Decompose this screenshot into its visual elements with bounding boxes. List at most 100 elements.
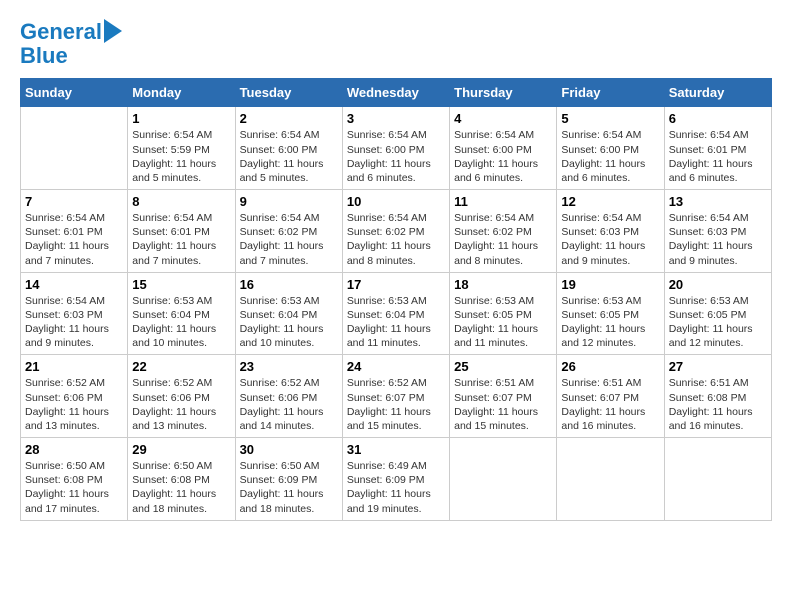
- day-info: Sunrise: 6:53 AMSunset: 6:04 PMDaylight:…: [347, 294, 445, 351]
- logo-general: General: [20, 19, 102, 44]
- day-number: 15: [132, 277, 230, 292]
- calendar-cell: 13 Sunrise: 6:54 AMSunset: 6:03 PMDayligh…: [664, 190, 771, 273]
- day-info: Sunrise: 6:54 AMSunset: 6:03 PMDaylight:…: [669, 211, 767, 268]
- calendar-cell: 9Sunrise: 6:54 AMSunset: 6:02 PMDaylight…: [235, 190, 342, 273]
- day-info: Sunrise: 6:54 AMSunset: 6:00 PMDaylight:…: [561, 128, 659, 185]
- day-number: 14: [25, 277, 123, 292]
- calendar-cell: 5 Sunrise: 6:54 AMSunset: 6:00 PMDaylight…: [557, 107, 664, 190]
- day-number: 7: [25, 194, 123, 209]
- calendar-cell: 17 Sunrise: 6:53 AMSunset: 6:04 PMDayligh…: [342, 272, 449, 355]
- calendar-cell: 15 Sunrise: 6:53 AMSunset: 6:04 PMDayligh…: [128, 272, 235, 355]
- day-info: Sunrise: 6:54 AMSunset: 5:59 PMDaylight:…: [132, 128, 230, 185]
- day-info: Sunrise: 6:53 AMSunset: 6:05 PMDaylight:…: [561, 294, 659, 351]
- logo: General Blue: [20, 20, 122, 68]
- day-info: Sunrise: 6:54 AMSunset: 6:01 PMDaylight:…: [132, 211, 230, 268]
- calendar-cell: 8 Sunrise: 6:54 AMSunset: 6:01 PMDaylight…: [128, 190, 235, 273]
- day-number: 21: [25, 359, 123, 374]
- day-info: Sunrise: 6:52 AMSunset: 6:06 PMDaylight:…: [240, 376, 338, 433]
- calendar-cell: 14Sunrise: 6:54 AMSunset: 6:03 PMDayligh…: [21, 272, 128, 355]
- day-info: Sunrise: 6:54 AMSunset: 6:00 PMDaylight:…: [454, 128, 552, 185]
- calendar-cell: 12 Sunrise: 6:54 AMSunset: 6:03 PMDayligh…: [557, 190, 664, 273]
- calendar-cell: 25Sunrise: 6:51 AMSunset: 6:07 PMDayligh…: [450, 355, 557, 438]
- day-info: Sunrise: 6:49 AMSunset: 6:09 PMDaylight:…: [347, 459, 445, 516]
- logo-blue: Blue: [20, 44, 122, 68]
- day-number: 27: [669, 359, 767, 374]
- page-header: General Blue: [20, 20, 772, 68]
- calendar-cell: 10 Sunrise: 6:54 AMSunset: 6:02 PMDayligh…: [342, 190, 449, 273]
- day-number: 12: [561, 194, 659, 209]
- day-number: 31: [347, 442, 445, 457]
- header-saturday: Saturday: [664, 79, 771, 107]
- day-number: 28: [25, 442, 123, 457]
- calendar-cell: [664, 438, 771, 521]
- calendar-cell: 23 Sunrise: 6:52 AMSunset: 6:06 PMDayligh…: [235, 355, 342, 438]
- day-info: Sunrise: 6:52 AMSunset: 6:06 PMDaylight:…: [25, 376, 123, 433]
- day-number: 13: [669, 194, 767, 209]
- day-number: 26: [561, 359, 659, 374]
- day-info: Sunrise: 6:50 AMSunset: 6:08 PMDaylight:…: [25, 459, 123, 516]
- calendar-cell: 22 Sunrise: 6:52 AMSunset: 6:06 PMDayligh…: [128, 355, 235, 438]
- day-info: Sunrise: 6:51 AMSunset: 6:07 PMDaylight:…: [561, 376, 659, 433]
- day-number: 6: [669, 111, 767, 126]
- day-info: Sunrise: 6:53 AMSunset: 6:04 PMDaylight:…: [240, 294, 338, 351]
- day-info: Sunrise: 6:54 AMSunset: 6:02 PMDaylight:…: [347, 211, 445, 268]
- day-info: Sunrise: 6:54 AMSunset: 6:02 PMDaylight:…: [240, 211, 338, 268]
- header-friday: Friday: [557, 79, 664, 107]
- calendar-cell: 7Sunrise: 6:54 AMSunset: 6:01 PMDaylight…: [21, 190, 128, 273]
- calendar-cell: 30 Sunrise: 6:50 AMSunset: 6:09 PMDayligh…: [235, 438, 342, 521]
- day-number: 5: [561, 111, 659, 126]
- day-number: 23: [240, 359, 338, 374]
- day-info: Sunrise: 6:50 AMSunset: 6:08 PMDaylight:…: [132, 459, 230, 516]
- calendar-cell: 24 Sunrise: 6:52 AMSunset: 6:07 PMDayligh…: [342, 355, 449, 438]
- day-number: 24: [347, 359, 445, 374]
- day-number: 11: [454, 194, 552, 209]
- day-info: Sunrise: 6:52 AMSunset: 6:07 PMDaylight:…: [347, 376, 445, 433]
- header-tuesday: Tuesday: [235, 79, 342, 107]
- day-number: 19: [561, 277, 659, 292]
- calendar-cell: 27 Sunrise: 6:51 AMSunset: 6:08 PMDayligh…: [664, 355, 771, 438]
- day-number: 4: [454, 111, 552, 126]
- calendar-cell: 28 Sunrise: 6:50 AMSunset: 6:08 PMDayligh…: [21, 438, 128, 521]
- calendar-cell: 3 Sunrise: 6:54 AMSunset: 6:00 PMDaylight…: [342, 107, 449, 190]
- day-info: Sunrise: 6:54 AMSunset: 6:00 PMDaylight:…: [347, 128, 445, 185]
- week-row-3: 14Sunrise: 6:54 AMSunset: 6:03 PMDayligh…: [21, 272, 772, 355]
- day-info: Sunrise: 6:54 AMSunset: 6:02 PMDaylight:…: [454, 211, 552, 268]
- calendar-cell: [450, 438, 557, 521]
- day-number: 20: [669, 277, 767, 292]
- week-row-2: 7 Sunrise: 6:54 AMSunset: 6:01 PMDaylight…: [21, 190, 772, 273]
- calendar-header-row: SundayMondayTuesdayWednesdayThursdayFrid…: [21, 79, 772, 107]
- header-wednesday: Wednesday: [342, 79, 449, 107]
- calendar-cell: 16 Sunrise: 6:53 AMSunset: 6:04 PMDayligh…: [235, 272, 342, 355]
- day-info: Sunrise: 6:53 AMSunset: 6:05 PMDaylight:…: [669, 294, 767, 351]
- day-info: Sunrise: 6:50 AMSunset: 6:09 PMDaylight:…: [240, 459, 338, 516]
- week-row-5: 28 Sunrise: 6:50 AMSunset: 6:08 PMDayligh…: [21, 438, 772, 521]
- calendar-cell: 1Sunrise: 6:54 AMSunset: 5:59 PMDaylight…: [128, 107, 235, 190]
- day-number: 25: [454, 359, 552, 374]
- day-info: Sunrise: 6:52 AMSunset: 6:06 PMDaylight:…: [132, 376, 230, 433]
- logo-arrow-icon: [104, 19, 122, 43]
- day-number: 30: [240, 442, 338, 457]
- day-info: Sunrise: 6:54 AMSunset: 6:01 PMDaylight:…: [669, 128, 767, 185]
- calendar-cell: 29 Sunrise: 6:50 AMSunset: 6:08 PMDayligh…: [128, 438, 235, 521]
- day-info: Sunrise: 6:53 AMSunset: 6:04 PMDaylight:…: [132, 294, 230, 351]
- day-number: 16: [240, 277, 338, 292]
- day-number: 29: [132, 442, 230, 457]
- calendar-cell: 20 Sunrise: 6:53 AMSunset: 6:05 PMDayligh…: [664, 272, 771, 355]
- header-monday: Monday: [128, 79, 235, 107]
- day-number: 3: [347, 111, 445, 126]
- header-sunday: Sunday: [21, 79, 128, 107]
- day-number: 22: [132, 359, 230, 374]
- week-row-4: 21 Sunrise: 6:52 AMSunset: 6:06 PMDayligh…: [21, 355, 772, 438]
- day-number: 2: [240, 111, 338, 126]
- day-info: Sunrise: 6:54 AMSunset: 6:03 PMDaylight:…: [561, 211, 659, 268]
- calendar-cell: 2 Sunrise: 6:54 AMSunset: 6:00 PMDaylight…: [235, 107, 342, 190]
- calendar-cell: 4 Sunrise: 6:54 AMSunset: 6:00 PMDaylight…: [450, 107, 557, 190]
- day-info: Sunrise: 6:54 AMSunset: 6:00 PMDaylight:…: [240, 128, 338, 185]
- day-info: Sunrise: 6:51 AMSunset: 6:08 PMDaylight:…: [669, 376, 767, 433]
- day-number: 10: [347, 194, 445, 209]
- day-number: 17: [347, 277, 445, 292]
- day-number: 8: [132, 194, 230, 209]
- day-number: 18: [454, 277, 552, 292]
- calendar-cell: 6 Sunrise: 6:54 AMSunset: 6:01 PMDaylight…: [664, 107, 771, 190]
- calendar-cell: 18Sunrise: 6:53 AMSunset: 6:05 PMDayligh…: [450, 272, 557, 355]
